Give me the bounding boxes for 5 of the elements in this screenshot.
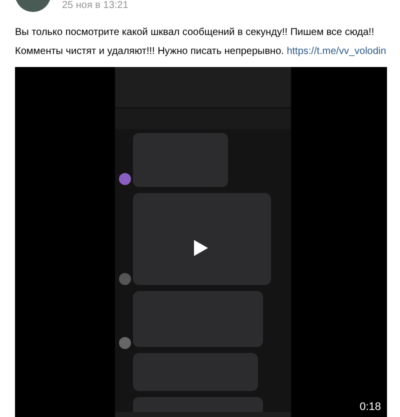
post-text: Вы только посмотрите какой шквал сообщений в секунду!! Пишем все сюда!! Комменты чистят и удаляют!!! Нужно писать непрерывно. https://t.me/vv_volodin [15,26,388,59]
video-duration: 0:18 [360,401,381,414]
telegram-link[interactable]: https://t.me/vv_volodin [286,46,386,57]
play-icon[interactable] [193,239,209,257]
post-date: 25 ноя в 13:21 [62,0,130,12]
